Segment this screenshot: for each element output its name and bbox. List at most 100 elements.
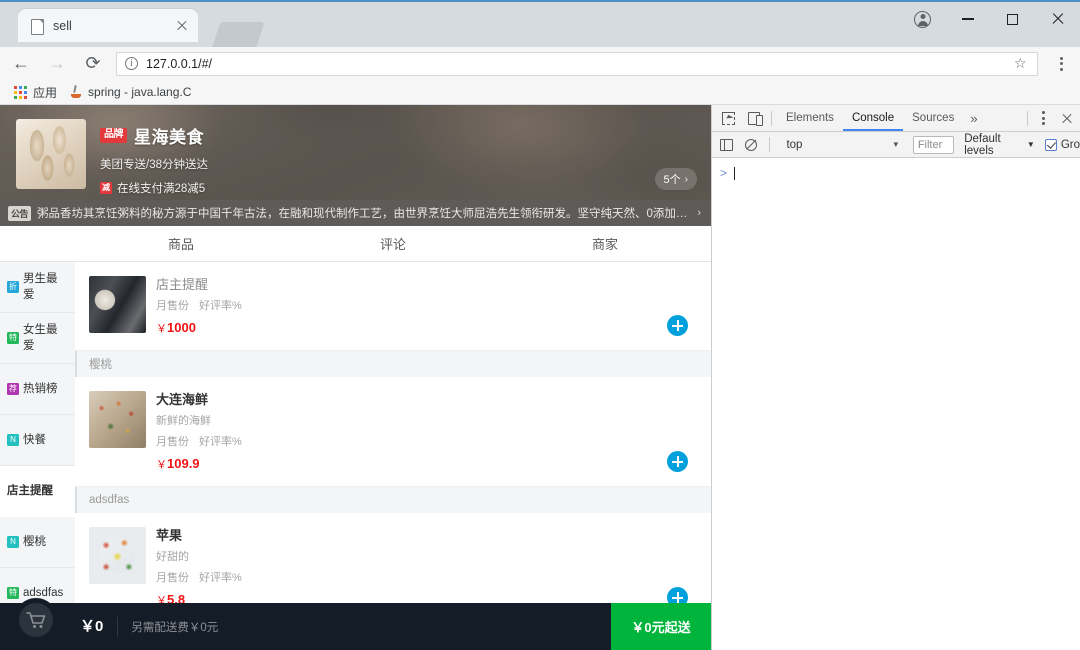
sidebar-item-label: 男生最爱 bbox=[23, 271, 68, 303]
food-rating: 好评率% bbox=[199, 300, 242, 312]
bookmark-star-icon[interactable]: ☆ bbox=[1014, 56, 1029, 71]
shop-delivery-info: 美团专送/38分钟送达 bbox=[100, 156, 697, 172]
food-name: 苹果 bbox=[156, 527, 695, 544]
chevron-down-icon: ▼ bbox=[1027, 140, 1035, 149]
tab-elements[interactable]: Elements bbox=[777, 105, 843, 131]
page-viewport: 品牌 星海美食 美团专送/38分钟送达 减 在线支付满28减5 5个 › 公告 … bbox=[0, 105, 711, 650]
back-button[interactable]: ← bbox=[6, 49, 36, 79]
add-to-cart-button[interactable] bbox=[667, 315, 688, 336]
supports-count-button[interactable]: 5个 › bbox=[655, 168, 697, 190]
checkbox-icon[interactable] bbox=[1045, 139, 1057, 151]
profile-button[interactable] bbox=[900, 2, 945, 36]
chevron-right-icon: › bbox=[697, 207, 701, 219]
sidebar-item-1[interactable]: 特女生最爱 bbox=[0, 313, 75, 364]
food-thumbnail bbox=[89, 391, 146, 448]
food-content: 苹果 好甜的 月售份好评率% ￥5.8 bbox=[156, 527, 695, 608]
sidebar-item-3[interactable]: N快餐 bbox=[0, 415, 75, 466]
sidebar-item-label: 热销榜 bbox=[23, 381, 58, 397]
bookmark-spring[interactable]: spring - java.lang.C bbox=[63, 82, 197, 102]
minimize-button[interactable] bbox=[945, 2, 990, 36]
category-tag-icon: 特 bbox=[7, 587, 19, 599]
chevron-right-icon: › bbox=[685, 174, 688, 185]
food-stats: 月售份好评率% bbox=[156, 299, 695, 314]
new-tab-button[interactable] bbox=[212, 22, 265, 49]
devtools-tabbar-right bbox=[1022, 105, 1080, 131]
url-text: 127.0.0.1/#/ bbox=[146, 57, 1014, 71]
filter-placeholder: Filter bbox=[918, 139, 942, 151]
close-icon[interactable] bbox=[174, 18, 190, 34]
cart-summary[interactable]: ￥0 另需配送费￥0元 bbox=[0, 603, 611, 650]
category-tag-icon: 荐 bbox=[7, 383, 19, 395]
console-output[interactable]: > bbox=[712, 158, 1080, 648]
close-devtools-icon[interactable] bbox=[1054, 105, 1080, 131]
bookmark-label: 应用 bbox=[33, 84, 57, 101]
tab-strip: sell bbox=[18, 9, 198, 49]
chrome-menu-icon[interactable] bbox=[1048, 57, 1074, 71]
price-value: 1000 bbox=[167, 320, 196, 335]
checkout-button[interactable]: ￥0元起送 bbox=[611, 603, 711, 650]
food-thumbnail bbox=[89, 276, 146, 333]
food-sell-count: 月售份 bbox=[156, 572, 189, 584]
tab-ratings[interactable]: 评论 bbox=[287, 226, 499, 261]
log-levels-select[interactable]: Default levels ▼ bbox=[964, 133, 1035, 157]
sidebar-item-2[interactable]: 荐热销榜 bbox=[0, 364, 75, 415]
currency-symbol: ￥ bbox=[156, 323, 167, 335]
sidebar-item-4[interactable]: 店主提醒 bbox=[0, 466, 75, 517]
device-toolbar-icon[interactable] bbox=[741, 106, 766, 131]
window-close-button[interactable] bbox=[1035, 2, 1080, 36]
food-description: 新鲜的海鲜 bbox=[156, 414, 695, 429]
food-name: 店主提醒 bbox=[156, 276, 695, 293]
address-bar[interactable]: i 127.0.0.1/#/ ☆ bbox=[116, 52, 1038, 76]
inspect-element-icon[interactable] bbox=[716, 106, 741, 131]
tab-goods[interactable]: 商品 bbox=[75, 226, 287, 261]
supports-count-label: 5个 bbox=[664, 171, 681, 187]
category-tag-icon: N bbox=[7, 536, 19, 548]
cart-button[interactable] bbox=[14, 598, 58, 642]
list-item[interactable]: 苹果 好甜的 月售份好评率% ￥5.8 bbox=[75, 513, 711, 616]
console-sidebar-icon[interactable] bbox=[716, 132, 738, 157]
kebab-menu-icon[interactable] bbox=[1033, 111, 1054, 125]
execution-context-select[interactable]: top ▼ bbox=[781, 135, 904, 154]
food-sell-count: 月售份 bbox=[156, 436, 189, 448]
tab-seller[interactable]: 商家 bbox=[499, 226, 711, 261]
tab-sources[interactable]: Sources bbox=[903, 105, 963, 131]
maximize-button[interactable] bbox=[990, 2, 1035, 36]
food-rating: 好评率% bbox=[199, 436, 242, 448]
shopping-cart-bar: ￥0 另需配送费￥0元 ￥0元起送 bbox=[0, 603, 711, 650]
sidebar-item-0[interactable]: 折男生最爱 bbox=[0, 262, 75, 313]
title-bar: sell bbox=[0, 0, 1080, 47]
category-tag-icon: 特 bbox=[7, 332, 19, 344]
info-icon[interactable]: i bbox=[125, 57, 138, 70]
category-tag-icon: 折 bbox=[7, 281, 19, 293]
clear-console-icon[interactable] bbox=[740, 132, 762, 157]
list-item[interactable]: 大连海鲜 新鲜的海鲜 月售份好评率% ￥109.9 bbox=[75, 377, 711, 487]
shop-name-row: 品牌 星海美食 bbox=[100, 123, 697, 148]
list-item[interactable]: 店主提醒 月售份好评率% ￥1000 bbox=[75, 262, 711, 351]
forward-button[interactable]: → bbox=[42, 49, 72, 79]
bookmark-apps[interactable]: 应用 bbox=[8, 82, 63, 102]
group-similar-toggle[interactable]: Gro bbox=[1045, 139, 1080, 151]
console-filter-input[interactable]: Filter bbox=[913, 136, 954, 154]
food-content: 店主提醒 月售份好评率% ￥1000 bbox=[156, 276, 695, 336]
food-thumbnail bbox=[89, 527, 146, 584]
apps-grid-icon bbox=[14, 86, 27, 99]
tab-console[interactable]: Console bbox=[843, 105, 903, 131]
console-toolbar: top ▼ Filter Default levels ▼ Gro bbox=[712, 132, 1080, 158]
profile-avatar-icon bbox=[914, 11, 931, 28]
food-stats: 月售份好评率% bbox=[156, 571, 695, 586]
devtools-panel: Elements Console Sources » top ▼ Filter … bbox=[711, 105, 1080, 650]
reload-button[interactable]: ⟳ bbox=[78, 49, 108, 79]
food-stats: 月售份好评率% bbox=[156, 435, 695, 450]
more-panels-icon[interactable]: » bbox=[963, 111, 984, 126]
category-sidebar[interactable]: 折男生最爱 特女生最爱 荐热销榜 N快餐 店主提醒 N樱桃 特a bbox=[0, 262, 75, 616]
add-to-cart-button[interactable] bbox=[667, 451, 688, 472]
sidebar-item-5[interactable]: N樱桃 bbox=[0, 517, 75, 568]
console-input-row[interactable]: > bbox=[712, 164, 1080, 182]
context-label: top bbox=[786, 139, 802, 151]
category-tag-icon: N bbox=[7, 434, 19, 446]
food-content: 大连海鲜 新鲜的海鲜 月售份好评率% ￥109.9 bbox=[156, 391, 695, 472]
sidebar-item-label: 女生最爱 bbox=[23, 322, 68, 354]
shop-bulletin[interactable]: 公告 粥品香坊其烹饪粥料的秘方源于中国千年古法，在融和现代制作工艺，由世界烹饪大… bbox=[0, 200, 711, 226]
text-cursor bbox=[734, 167, 735, 180]
browser-tab-sell[interactable]: sell bbox=[18, 9, 198, 42]
